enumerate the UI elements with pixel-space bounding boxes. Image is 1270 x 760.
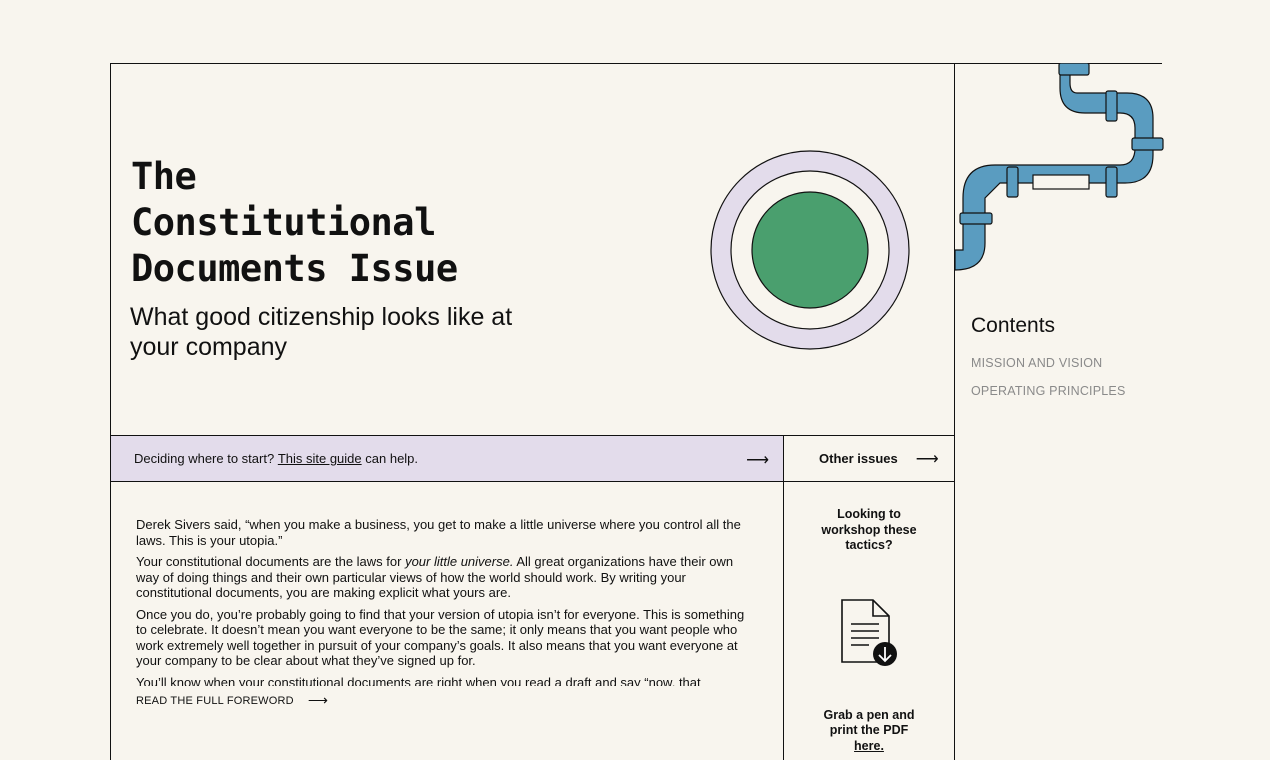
arrow-right-icon: ⟶ bbox=[307, 692, 329, 708]
contents-title: Contents bbox=[971, 314, 1056, 337]
document-download-icon[interactable] bbox=[839, 598, 899, 668]
pdf-download-link[interactable]: here. bbox=[854, 739, 884, 753]
page-subtitle: What good citizenship looks like at your… bbox=[130, 303, 513, 361]
arrow-right-icon: ⟶ bbox=[915, 450, 939, 468]
hero-section: The Constitutional Documents Issue What … bbox=[111, 64, 954, 435]
contents-item-mission[interactable]: MISSION AND VISION bbox=[971, 356, 1126, 370]
foreword-paragraph: Once you do, you’re probably going to fi… bbox=[136, 606, 745, 669]
contents-nav: Contents MISSION AND VISION OPERATING PR… bbox=[971, 314, 1126, 412]
foreword-excerpt: Derek Sivers said, “when you make a busi… bbox=[136, 517, 751, 686]
guide-prefix: Deciding where to start? bbox=[134, 451, 275, 466]
pipe-illustration bbox=[955, 63, 1164, 271]
foreword-paragraph: Derek Sivers said, “when you make a busi… bbox=[136, 517, 741, 548]
read-full-foreword-link[interactable]: READ THE FULL FOREWORD ⟶ bbox=[136, 692, 328, 709]
target-circle-illustration bbox=[710, 150, 910, 350]
guide-suffix: can help. bbox=[365, 451, 419, 466]
other-issues-label: Other issues bbox=[819, 451, 898, 466]
issue-frame: The Constitutional Documents Issue What … bbox=[110, 63, 955, 760]
site-guide-link[interactable]: This site guide bbox=[278, 451, 362, 466]
workshop-cta-text: Looking to workshop these tactics? bbox=[821, 507, 917, 552]
read-full-label: READ THE FULL FOREWORD bbox=[136, 694, 294, 707]
other-issues-link[interactable]: Other issues ⟶ bbox=[784, 435, 954, 482]
print-pdf-text: Grab a pen and print the PDF here. bbox=[823, 707, 915, 753]
workshop-cta: Looking to workshop these tactics? Grab … bbox=[784, 507, 954, 754]
contents-item-operating-principles[interactable]: OPERATING PRINCIPLES bbox=[971, 384, 1126, 398]
arrow-right-icon[interactable]: ⟶ bbox=[746, 450, 769, 470]
foreword-paragraph: You’ll know when your constitutional doc… bbox=[136, 674, 701, 687]
page-title: The Constitutional Documents Issue bbox=[131, 155, 458, 290]
site-guide-banner: Deciding where to start? This site guide… bbox=[111, 435, 784, 482]
foreword-paragraph: Your constitutional documents are the la… bbox=[136, 554, 734, 600]
